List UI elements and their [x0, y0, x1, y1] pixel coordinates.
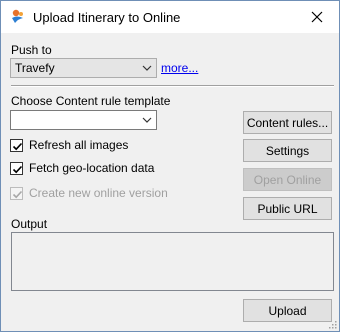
window-title: Upload Itinerary to Online	[33, 10, 181, 25]
settings-button[interactable]: Settings	[243, 139, 332, 162]
output-label: Output	[11, 217, 48, 231]
more-link[interactable]: more...	[161, 61, 198, 75]
create-version-label: Create new online version	[29, 186, 168, 200]
checkmark-icon	[12, 190, 23, 198]
content-rule-dropdown[interactable]	[10, 110, 157, 130]
title-bar: Upload Itinerary to Online	[1, 1, 339, 33]
content-rule-label: Choose Content rule template	[11, 94, 171, 108]
open-online-button: Open Online	[243, 168, 332, 191]
upload-button[interactable]: Upload	[243, 299, 332, 322]
create-version-option: Create new online version	[10, 185, 168, 201]
create-version-checkbox	[10, 186, 23, 200]
fetch-geo-checkbox[interactable]	[10, 161, 23, 175]
upload-itinerary-dialog: Upload Itinerary to Online Push to Trave…	[0, 0, 340, 332]
output-textbox[interactable]	[11, 232, 334, 291]
fetch-geo-label: Fetch geo-location data	[29, 161, 155, 175]
refresh-images-option[interactable]: Refresh all images	[10, 137, 128, 153]
close-icon	[311, 11, 323, 23]
app-logo-icon	[12, 9, 23, 23]
refresh-images-label: Refresh all images	[29, 138, 129, 152]
public-url-button[interactable]: Public URL	[243, 197, 332, 220]
fetch-geo-option[interactable]: Fetch geo-location data	[10, 160, 154, 176]
checkmark-icon	[12, 142, 23, 150]
push-to-label: Push to	[11, 43, 52, 57]
refresh-images-checkbox[interactable]	[10, 138, 23, 152]
content-rules-button[interactable]: Content rules...	[243, 111, 332, 134]
checkmark-icon	[12, 165, 23, 173]
section-divider	[11, 85, 334, 87]
chevron-down-icon	[142, 117, 152, 123]
push-to-value: Travefy	[15, 61, 55, 75]
chevron-down-icon	[142, 65, 152, 71]
close-button[interactable]	[295, 1, 339, 33]
resize-grip-icon[interactable]	[327, 319, 337, 329]
push-to-dropdown[interactable]: Travefy	[10, 58, 157, 78]
